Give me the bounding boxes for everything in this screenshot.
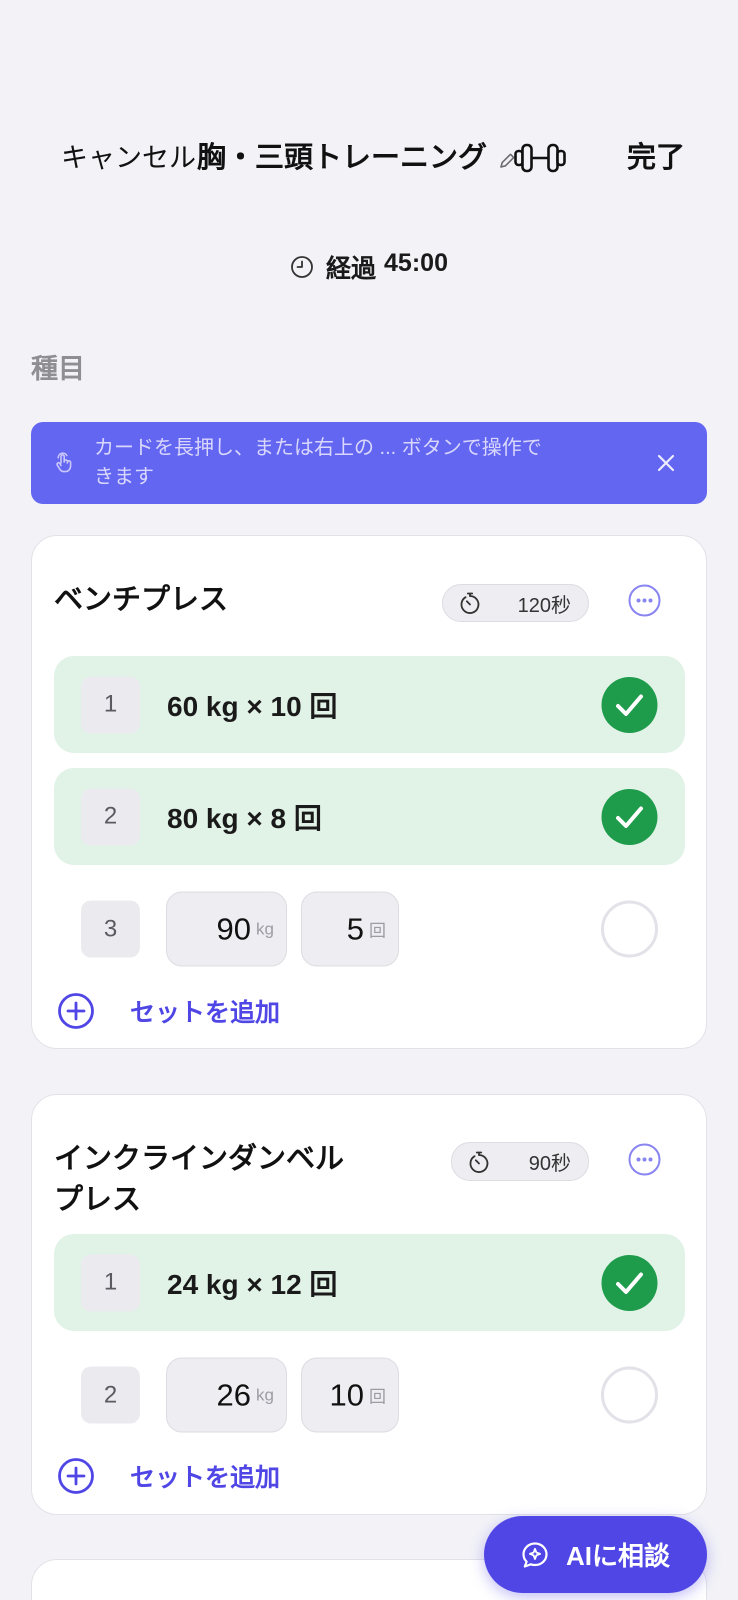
ai-consult-button[interactable]: AIに相談 — [484, 1516, 707, 1593]
rest-timer-pill[interactable]: 90秒 — [451, 1142, 589, 1181]
exercise-card[interactable]: ベンチプレス 120秒 1 60 kg × 10 回 2 80 kg × 8 回 — [31, 535, 707, 1049]
workout-title[interactable]: 胸・三頭トレーニング — [197, 139, 487, 177]
reps-value: 5 — [346, 911, 364, 946]
set-number: 1 — [81, 676, 140, 733]
stopwatch-icon — [458, 591, 482, 615]
cancel-button[interactable]: キャンセル — [61, 140, 196, 176]
rest-timer-pill[interactable]: 120秒 — [442, 584, 589, 622]
stopwatch-icon — [467, 1150, 491, 1174]
add-set-label: セットを追加 — [130, 999, 281, 1027]
exercise-card[interactable]: インクラインダンベルプレス 90秒 1 24 kg × 12 回 2 26 kg — [31, 1094, 707, 1515]
set-row-completed[interactable]: 1 24 kg × 12 回 — [54, 1234, 685, 1331]
plus-circle-icon — [57, 992, 95, 1030]
set-number: 2 — [81, 1366, 140, 1424]
reps-value: 10 — [329, 1377, 364, 1412]
exercise-name: ベンチプレス — [54, 584, 229, 616]
elapsed-timer: 経過 45:00 — [0, 249, 738, 284]
rest-time: 120秒 — [517, 594, 571, 617]
weight-unit: kg — [256, 919, 274, 938]
elapsed-label: 経過 — [326, 255, 377, 283]
complete-set-checkbox[interactable] — [601, 1366, 658, 1424]
plus-circle-icon — [57, 1457, 95, 1495]
weight-value: 26 — [216, 1377, 252, 1412]
ai-consult-label: AIに相談 — [566, 1541, 671, 1571]
set-summary: 24 kg × 12 回 — [167, 1268, 338, 1300]
exercise-name: インクラインダンベルプレス — [54, 1143, 345, 1216]
weight-unit: kg — [256, 1385, 274, 1404]
add-set-button[interactable]: セットを追加 — [57, 1457, 280, 1495]
weight-input[interactable]: 26 kg — [166, 1357, 287, 1433]
set-row-pending: 2 26 kg 10 回 — [54, 1347, 685, 1443]
complete-set-checkbox[interactable] — [601, 900, 658, 958]
hint-banner: カードを長押し、または右上の ... ボタンで操作できます — [31, 422, 707, 504]
weight-value: 90 — [216, 911, 252, 946]
set-row-completed[interactable]: 1 60 kg × 10 回 — [54, 656, 685, 753]
set-summary: 60 kg × 10 回 — [167, 690, 338, 722]
ai-chat-icon — [520, 1540, 550, 1570]
set-summary: 80 kg × 8 回 — [167, 802, 322, 834]
reps-input[interactable]: 5 回 — [301, 891, 399, 967]
elapsed-value: 45:00 — [384, 249, 448, 277]
reps-unit: 回 — [369, 921, 386, 941]
clock-icon — [290, 255, 314, 279]
done-button[interactable]: 完了 — [627, 139, 685, 177]
check-icon[interactable] — [601, 676, 658, 733]
tap-icon — [51, 450, 77, 476]
workout-screen: キャンセル 胸・三頭トレーニング 完了 経過 45:00 種目 カードを長押し、… — [0, 0, 738, 1600]
dumbbell-icon — [513, 142, 567, 174]
check-icon[interactable] — [601, 788, 658, 845]
set-row-pending: 3 90 kg 5 回 — [54, 881, 685, 977]
more-icon[interactable] — [628, 1143, 661, 1176]
reps-input[interactable]: 10 回 — [301, 1357, 399, 1433]
close-icon[interactable] — [655, 452, 677, 474]
hint-text: カードを長押し、または右上の ... ボタンで操作できます — [94, 437, 542, 488]
more-icon[interactable] — [628, 584, 661, 617]
set-number: 1 — [81, 1254, 140, 1311]
add-set-button[interactable]: セットを追加 — [57, 992, 280, 1030]
reps-unit: 回 — [369, 1387, 386, 1407]
set-number: 3 — [81, 900, 140, 958]
check-icon[interactable] — [601, 1254, 658, 1311]
exercises-section-label: 種目 — [31, 354, 85, 384]
weight-input[interactable]: 90 kg — [166, 891, 287, 967]
rest-time: 90秒 — [528, 1153, 571, 1175]
set-number: 2 — [81, 788, 140, 845]
set-row-completed[interactable]: 2 80 kg × 8 回 — [54, 768, 685, 865]
add-set-label: セットを追加 — [130, 1464, 281, 1492]
